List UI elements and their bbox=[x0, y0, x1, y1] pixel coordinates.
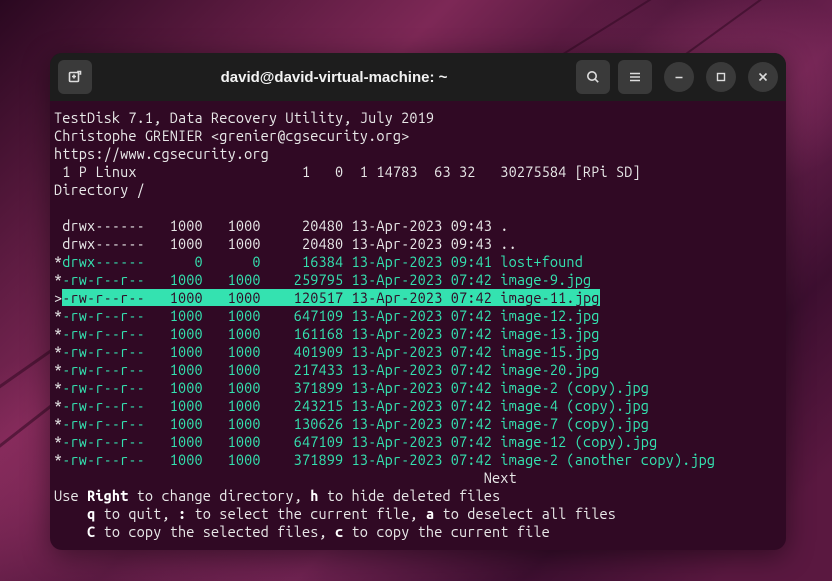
help-line: Use Right to change directory, h to hide… bbox=[52, 487, 784, 505]
terminal-window: david@david-virtual-machine: ~ TestDisk … bbox=[50, 53, 786, 550]
file-row[interactable]: >-rw-r--r-- 1000 1000 120517 13-Apr-2023… bbox=[52, 289, 784, 307]
file-row[interactable]: *-rw-r--r-- 1000 1000 130626 13-Apr-2023… bbox=[52, 415, 784, 433]
maximize-button[interactable] bbox=[706, 62, 736, 92]
search-button[interactable] bbox=[576, 60, 610, 94]
header-line: TestDisk 7.1, Data Recovery Utility, Jul… bbox=[52, 109, 784, 127]
header-line: Christophe GRENIER <grenier@cgsecurity.o… bbox=[52, 127, 784, 145]
file-row[interactable]: *-rw-r--r-- 1000 1000 243215 13-Apr-2023… bbox=[52, 397, 784, 415]
titlebar: david@david-virtual-machine: ~ bbox=[50, 53, 786, 101]
file-row[interactable]: *-rw-r--r-- 1000 1000 371899 13-Apr-2023… bbox=[52, 451, 784, 469]
terminal-content[interactable]: TestDisk 7.1, Data Recovery Utility, Jul… bbox=[50, 101, 786, 549]
new-tab-button[interactable] bbox=[58, 60, 92, 94]
next-indicator: Next bbox=[52, 469, 784, 487]
file-row[interactable]: drwx------ 1000 1000 20480 13-Apr-2023 0… bbox=[52, 235, 784, 253]
file-row[interactable]: *-rw-r--r-- 1000 1000 647109 13-Apr-2023… bbox=[52, 433, 784, 451]
file-row[interactable]: *-rw-r--r-- 1000 1000 371899 13-Apr-2023… bbox=[52, 379, 784, 397]
file-row[interactable]: *-rw-r--r-- 1000 1000 161168 13-Apr-2023… bbox=[52, 325, 784, 343]
help-line: q to quit, : to select the current file,… bbox=[52, 505, 784, 523]
partition-line: 1 P Linux 1 0 1 14783 63 32 30275584 [RP… bbox=[52, 163, 784, 181]
file-row[interactable]: *-rw-r--r-- 1000 1000 259795 13-Apr-2023… bbox=[52, 271, 784, 289]
window-title: david@david-virtual-machine: ~ bbox=[100, 69, 568, 86]
file-row[interactable]: *-rw-r--r-- 1000 1000 647109 13-Apr-2023… bbox=[52, 307, 784, 325]
help-line: C to copy the selected files, c to copy … bbox=[52, 523, 784, 541]
file-row[interactable]: *-rw-r--r-- 1000 1000 217433 13-Apr-2023… bbox=[52, 361, 784, 379]
file-row[interactable]: drwx------ 1000 1000 20480 13-Apr-2023 0… bbox=[52, 217, 784, 235]
directory-line: Directory / bbox=[52, 181, 784, 199]
file-row[interactable]: *-rw-r--r-- 1000 1000 401909 13-Apr-2023… bbox=[52, 343, 784, 361]
minimize-button[interactable] bbox=[664, 62, 694, 92]
menu-button[interactable] bbox=[618, 60, 652, 94]
file-row[interactable]: *drwx------ 0 0 16384 13-Apr-2023 09:41 … bbox=[52, 253, 784, 271]
header-line: https://www.cgsecurity.org bbox=[52, 145, 784, 163]
close-button[interactable] bbox=[748, 62, 778, 92]
